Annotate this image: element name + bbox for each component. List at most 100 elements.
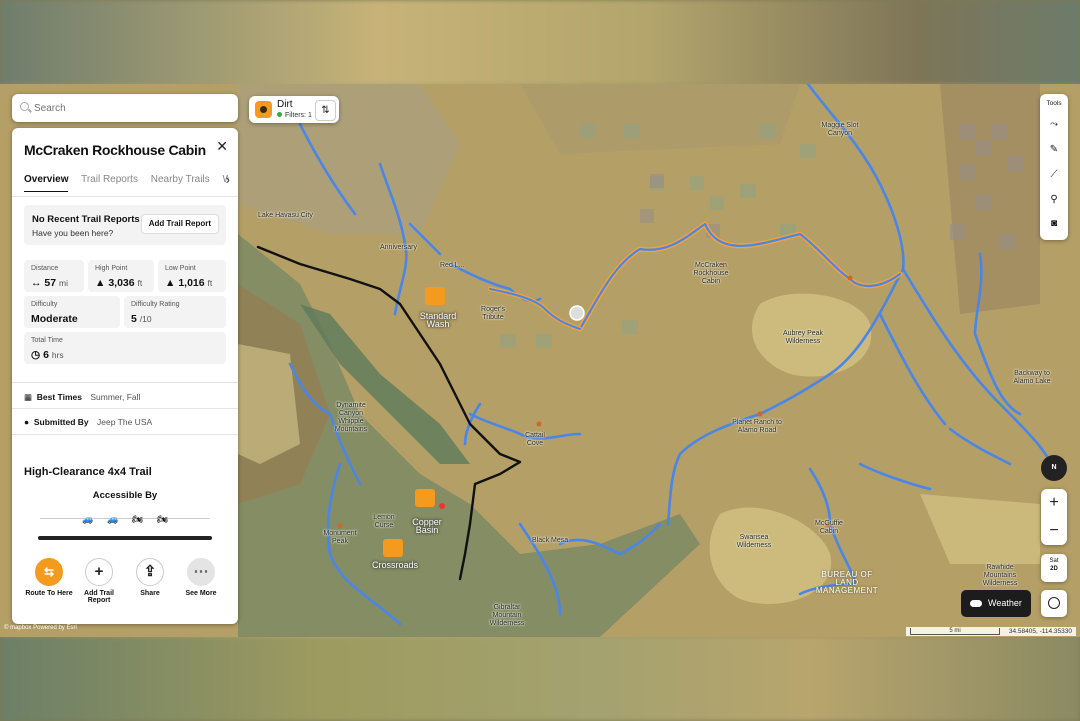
map-label-mcguffie-cabin: McGuffie Cabin	[815, 520, 843, 535]
see-more-button[interactable]: ⋯ See More	[174, 558, 228, 597]
stat-label: Total Time	[31, 337, 63, 344]
more-icon: ⋯	[187, 558, 215, 586]
map-label-gibraltar: Gibraltar Mountain Wilderness	[489, 604, 525, 627]
clock-icon: ◷	[31, 349, 41, 361]
tools-label: Tools	[1046, 100, 1062, 107]
submitted-by-value[interactable]: Jeep The USA	[97, 417, 152, 427]
low-point-unit: ft	[207, 278, 213, 288]
zoom-out-button[interactable]: −	[1041, 517, 1067, 545]
locate-button[interactable]	[1041, 590, 1067, 617]
camera-icon[interactable]: ◙	[1040, 218, 1068, 229]
no-reports-subtext: Have you been here?	[32, 228, 114, 238]
tab-overview[interactable]: Overview	[24, 174, 69, 192]
tab-trail-reports[interactable]: Trail Reports	[81, 174, 138, 185]
pin-icon[interactable]: ⚲	[1040, 194, 1068, 205]
trail-reports-card: No Recent Trail Reports Have you been he…	[24, 205, 226, 245]
add-trail-report-button[interactable]: Add Trail Report	[140, 214, 219, 234]
mode-label: 2D	[1050, 566, 1058, 572]
dirtbike-icon: 🏍	[157, 514, 169, 524]
stat-label: Low Point	[165, 265, 196, 272]
difficulty-rating-unit: /10	[139, 314, 152, 324]
swap-icon[interactable]: ⇅	[315, 100, 336, 121]
calendar-icon: ▦	[24, 392, 33, 402]
route-icon[interactable]: ⤳	[1040, 119, 1068, 130]
submitted-by-label: Submitted By	[33, 417, 89, 427]
map-attribution[interactable]: © mapbox Powered by Esri	[4, 625, 77, 631]
map-label-standard-wash: Standard Wash	[419, 311, 457, 329]
map-label-rawhide: Rawhide Mountains Wilderness	[982, 564, 1018, 587]
total-time-value: 6	[43, 349, 49, 361]
draw-icon[interactable]: ✎	[1040, 144, 1068, 155]
dirt-layer-icon	[255, 101, 272, 118]
high-point-unit: ft	[137, 278, 143, 288]
see-more-label: See More	[185, 590, 217, 597]
jeep-icon: 🚙	[82, 514, 94, 524]
low-point-value: 1,016	[178, 277, 205, 289]
high-point-value: 3,036	[108, 277, 135, 289]
accessibility-bar-fill	[38, 536, 212, 540]
share-button[interactable]: ⇪ Share	[123, 558, 177, 597]
map-label-rogers-tribute: Roger's Tribute	[481, 306, 505, 321]
weather-button[interactable]: Weather	[961, 590, 1031, 617]
search-icon	[20, 102, 29, 111]
motorcycle-icon: 🏍	[132, 514, 144, 524]
vehicle-scale-line	[40, 518, 210, 519]
divider	[12, 408, 238, 409]
map-label-anniversary: Anniversary	[380, 244, 417, 251]
trail-tabs: Overview Trail Reports Nearby Trails W	[24, 174, 229, 192]
divider	[12, 382, 238, 383]
stat-label: Distance	[31, 265, 59, 272]
map-label-backway-alamo: Backway to Alamo Lake	[1013, 370, 1051, 385]
tab-nearby-trails[interactable]: Nearby Trails	[151, 174, 210, 185]
stat-label: High Point	[95, 265, 128, 272]
cloud-icon	[970, 600, 982, 608]
stat-label: Difficulty	[31, 301, 58, 308]
add-report-button[interactable]: + Add Trail Report	[72, 558, 126, 604]
scale-bar: 5 mi 34.58405, -114.35330	[906, 627, 1076, 636]
stat-distance: Distance ↔ 57 mi	[24, 260, 84, 292]
map-label-lake-havasu: Lake Havasu City	[258, 212, 313, 219]
map-label-red-lake: Red L...	[440, 262, 465, 269]
search-bar[interactable]	[12, 94, 238, 122]
map-mode-toggle[interactable]: Sat 2D	[1041, 554, 1067, 582]
stat-value: 5 /10	[131, 313, 152, 325]
close-icon[interactable]: ✕	[216, 138, 228, 155]
map-label-maggie-slot: Maggie Slot Canyon	[821, 122, 859, 137]
route-to-here-button[interactable]: ⇆ Route To Here	[22, 558, 76, 597]
trail-title: McCraken Rockhouse Cabin	[24, 142, 206, 158]
accessible-by-heading: Accessible By	[92, 490, 158, 501]
filters-count: Filters: 1	[277, 112, 312, 119]
distance-unit: mi	[59, 278, 69, 288]
stat-low-point: Low Point ▲ 1,016 ft	[158, 260, 226, 292]
measure-icon[interactable]: ⟋	[1040, 169, 1068, 180]
best-times-label: Best Times	[36, 392, 82, 402]
map-label-dynamite: Dynamite Canyon Whipple Mountains	[334, 402, 368, 433]
stat-total-time: Total Time ◷ 6 hrs	[24, 332, 226, 364]
zoom-in-button[interactable]: +	[1041, 489, 1067, 517]
share-icon: ⇪	[136, 558, 164, 586]
background-top-band	[0, 0, 1080, 84]
map-label-lemon-curse: Lemon Curse	[373, 514, 395, 529]
tools-panel: Tools ⤳ ✎ ⟋ ⚲ ◙	[1040, 94, 1068, 240]
layer-selector[interactable]: Dirt Filters: 1 ⇅	[249, 96, 339, 123]
chevron-right-icon[interactable]: ›	[226, 172, 230, 187]
stat-label: Difficulty Rating	[131, 301, 180, 308]
route-to-here-label: Route To Here	[25, 590, 73, 597]
distance-value: 57	[44, 277, 57, 289]
map-label-swansea: Swansea Wilderness	[736, 534, 772, 549]
compass-button[interactable]: N	[1041, 455, 1067, 481]
stat-value: ◷ 6 hrs	[31, 349, 64, 361]
search-input[interactable]	[12, 94, 236, 122]
no-reports-heading: No Recent Trail Reports	[32, 214, 140, 225]
stat-difficulty: Difficulty Moderate	[24, 296, 120, 328]
divider	[12, 196, 238, 197]
stat-value: ▲ 3,036 ft	[95, 277, 143, 289]
accessibility-bar	[38, 536, 212, 540]
map-label-cattail-cove: Cattail Cove	[525, 432, 545, 447]
map-label-monument-peak: Monument Peak	[323, 530, 357, 545]
map-label-aubrey-peak: Aubrey Peak Wilderness	[782, 330, 824, 345]
user-icon: ●	[24, 417, 30, 427]
trail-detail-panel: McCraken Rockhouse Cabin ✕ Overview Trai…	[12, 128, 238, 624]
total-time-unit: hrs	[51, 350, 64, 360]
map-label-planet-ranch: Planet Ranch to Alamo Road	[732, 419, 782, 434]
